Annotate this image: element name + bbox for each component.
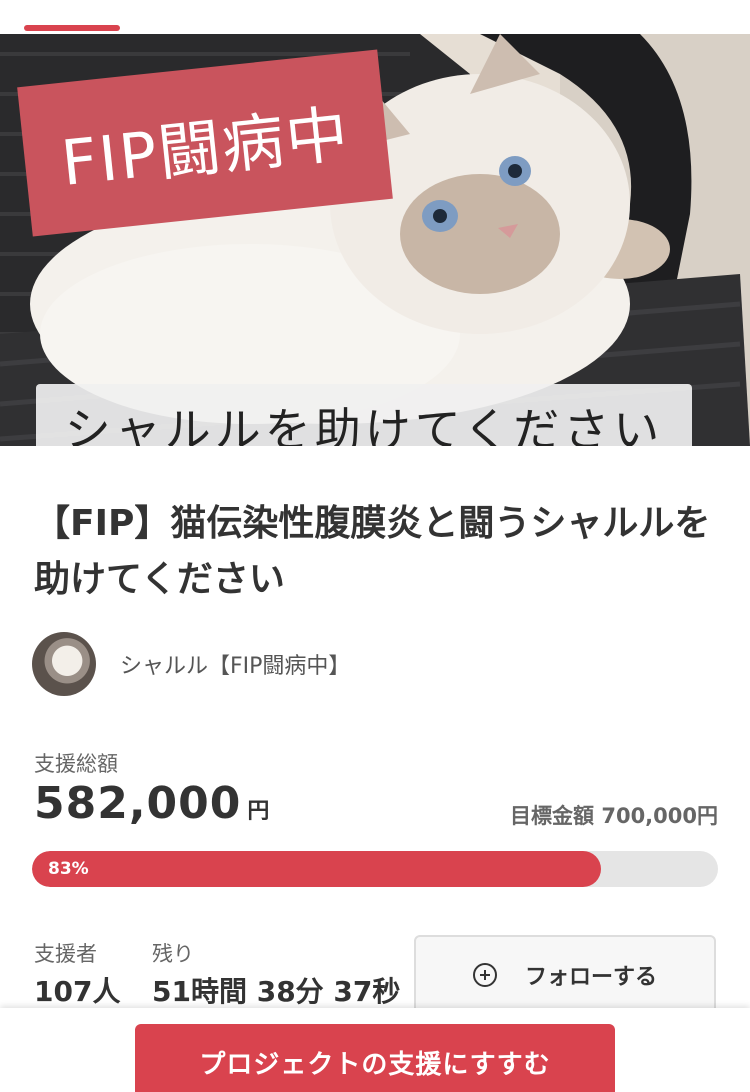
progress-percent: 83% bbox=[48, 859, 89, 879]
hero-image: FIP闘病中 シャルルを助けてください bbox=[0, 34, 750, 446]
hero-caption: シャルルを助けてください bbox=[36, 384, 692, 446]
top-tab-bar bbox=[0, 0, 750, 34]
project-title: 【FIP】猫伝染性腹膜炎と闘うシャルルを助けてください bbox=[34, 503, 711, 600]
support-project-button[interactable]: プロジェクトの支援にすすむ bbox=[135, 1024, 615, 1092]
owner-name[interactable]: シャルル【FIP闘病中】 bbox=[120, 648, 350, 680]
supporters-count: 107人 bbox=[34, 975, 121, 1008]
total-support-amount-row: 582,000 円 bbox=[34, 778, 269, 829]
total-support-amount: 582,000 bbox=[34, 778, 242, 829]
remaining-label: 残り bbox=[152, 942, 194, 966]
supporters-label: 支援者 bbox=[34, 942, 97, 966]
remaining-time: 51時間 38分 37秒 bbox=[152, 975, 401, 1008]
progress-fill bbox=[32, 851, 602, 887]
goal-amount: 目標金額 700,000円 bbox=[510, 804, 718, 828]
project-owner[interactable]: シャルル【FIP闘病中】 bbox=[32, 632, 350, 696]
follow-button-label: フォローする bbox=[524, 965, 657, 990]
active-tab-indicator bbox=[24, 25, 120, 31]
follow-button[interactable]: フォローする bbox=[414, 935, 716, 1015]
currency-unit: 円 bbox=[247, 799, 270, 824]
project-page: FIP闘病中 シャルルを助けてください 【FIP】猫伝染性腹膜炎と闘うシャルルを… bbox=[0, 0, 750, 1092]
plus-circle-icon bbox=[472, 963, 497, 987]
owner-avatar[interactable] bbox=[32, 632, 96, 696]
bottom-action-bar: プロジェクトの支援にすすむ bbox=[0, 1008, 750, 1092]
total-support-label: 支援総額 bbox=[34, 752, 118, 776]
funding-progress-bar: 83% bbox=[32, 851, 718, 887]
